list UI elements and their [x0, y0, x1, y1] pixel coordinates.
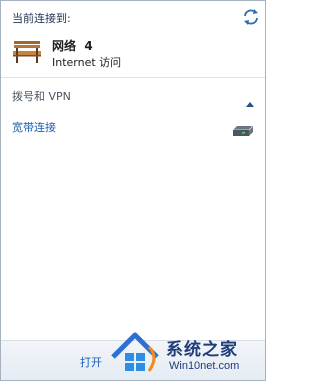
chevron-up-icon[interactable]	[245, 93, 255, 107]
watermark-title: 系统之家	[166, 340, 238, 360]
bench-icon	[11, 35, 43, 67]
watermark-logo	[109, 327, 161, 377]
dialup-vpn-header: 拨号和 VPN	[12, 90, 71, 103]
network-access-status: Internet 访问	[52, 56, 122, 69]
refresh-icon[interactable]	[242, 8, 260, 26]
open-network-center-link[interactable]: 打开	[80, 354, 102, 370]
network-flyout: 当前连接到: 网络 4 Internet 访问 拨号和 VPN 宽带连接 打开 …	[0, 0, 266, 381]
modem-icon	[231, 123, 255, 137]
section-divider	[1, 77, 265, 78]
broadband-connection-label: 宽带连接	[12, 121, 56, 134]
network-name: 网络 4	[52, 39, 93, 53]
watermark-url: Win10net.com	[169, 360, 240, 372]
connected-to-label: 当前连接到:	[12, 12, 71, 25]
